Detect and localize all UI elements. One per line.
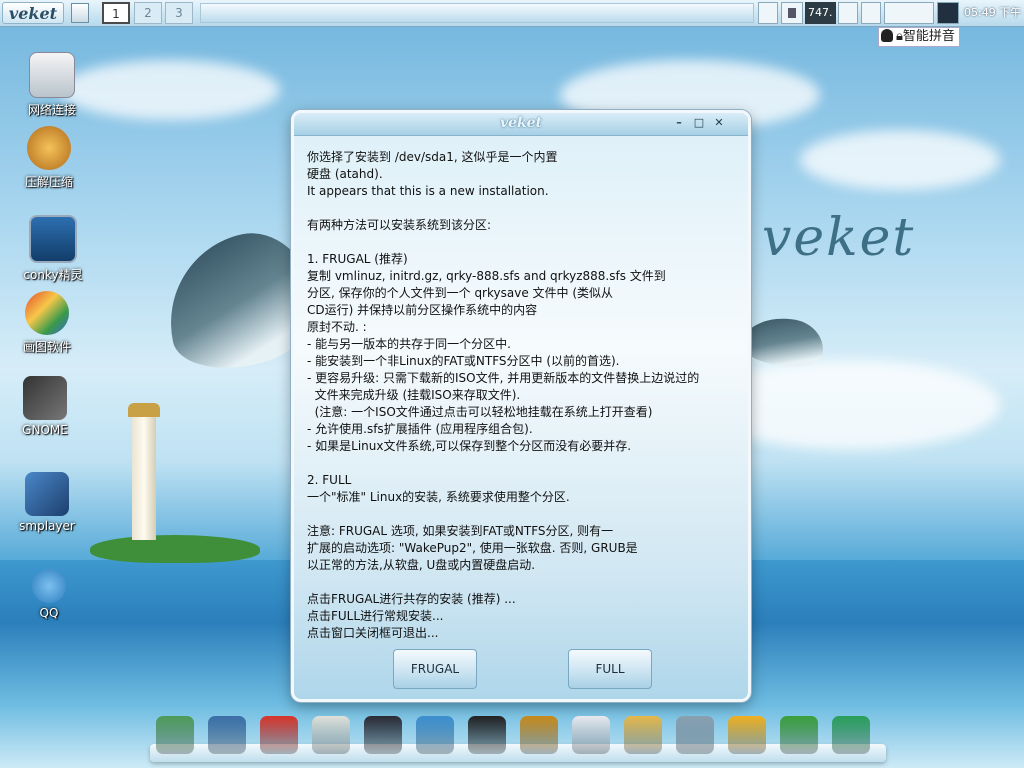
maximize-icon[interactable]: □ <box>692 117 706 129</box>
message-line: - 能与另一版本的共存于同一个分区中. <box>307 337 511 351</box>
desktop-icon-label: 压解压缩 <box>24 175 73 189</box>
smplayer-icon <box>25 472 69 516</box>
message-line: - 允许使用.sfs扩展插件 (应用程序组合包). <box>307 422 533 436</box>
presentation-icon[interactable] <box>572 716 610 754</box>
clock[interactable]: 05:49 下午 <box>964 4 1021 20</box>
message-line: 点击FULL进行常规安装... <box>307 609 444 623</box>
usb-drive-icon[interactable] <box>676 716 714 754</box>
gnome-icon <box>23 376 67 420</box>
start-menu-button[interactable]: veket <box>2 2 64 24</box>
message-line: - 能安装到一个非Linux的FAT或NTFS分区中 (以前的首选). <box>307 354 620 368</box>
terminal-icon[interactable] <box>208 716 246 754</box>
message-line: 2. FULL <box>307 473 352 487</box>
message-line: - 更容易升级: 只需下载新的ISO文件, 并用更新版本的文件替换上边说过的 <box>307 371 700 385</box>
desktop-icon-label: conky精灵 <box>23 268 83 282</box>
message-line: 硬盘 (atahd). <box>307 167 383 181</box>
message-line: 1. FRUGAL (推荐) <box>307 252 408 266</box>
ime-label: 智能拼音 <box>902 29 955 44</box>
camera-icon[interactable] <box>832 716 870 754</box>
message-line: 复制 vmlinuz, initrd.gz, qrky-888.sfs and … <box>307 269 666 283</box>
desktop-icon-qq[interactable]: QQ <box>9 569 89 620</box>
workspace-2[interactable]: 2 <box>134 2 162 24</box>
desktop-icon-conky[interactable]: conky精灵 <box>13 215 93 283</box>
desktop-icon-archive[interactable]: 压解压缩 <box>9 126 89 190</box>
book-icon[interactable] <box>520 716 558 754</box>
installer-dialog: veket – □ ✕ 你选择了安装到 /dev/sda1, 这似乎是一个内置硬… <box>291 110 751 702</box>
message-line: 你选择了安装到 /dev/sda1, 这似乎是一个内置 <box>307 150 558 164</box>
clock-time: 05:49 <box>964 6 996 19</box>
task-list[interactable] <box>200 3 754 23</box>
game-icon[interactable] <box>728 716 766 754</box>
message-line: 一个"标准" Linux的安装, 系统要求使用整个分区. <box>307 490 570 504</box>
message-line: 点击FRUGAL进行共存的安装 (推荐) ... <box>307 592 516 606</box>
message-line: 注意: FRUGAL 选项, 如果安装到FAT或NTFS分区, 则有一 <box>307 524 614 538</box>
battery-icon[interactable] <box>884 2 934 24</box>
minimize-icon[interactable]: – <box>672 117 686 129</box>
cpu-counter: 747. <box>805 2 836 24</box>
hedgehog-icon[interactable] <box>260 716 298 754</box>
message-line: 分区, 保存你的个人文件到一个 qrkysave 文件中 (类似从 <box>307 286 614 300</box>
thermometer-icon <box>861 2 881 24</box>
desktop-icon-network[interactable]: 网络连接 <box>12 52 92 118</box>
clock-period: 下午 <box>999 6 1022 19</box>
show-desktop-icon[interactable] <box>71 3 89 23</box>
close-icon[interactable]: ✕ <box>712 117 726 129</box>
input-method-indicator[interactable]: 🔒︎智能拼音 <box>878 27 960 47</box>
paint-palette-icon[interactable] <box>624 716 662 754</box>
penguin-icon <box>881 29 893 42</box>
dialog-titlebar[interactable]: veket – □ ✕ <box>294 113 748 136</box>
frugal-button[interactable]: FRUGAL <box>393 649 477 689</box>
dock <box>150 710 886 766</box>
desktop-icon-gnome[interactable]: GNOME <box>5 376 85 437</box>
message-line: It appears that this is a new installati… <box>307 184 549 198</box>
message-line: - 如果是Linux文件系统,可以保存到整个分区而没有必要并存. <box>307 439 632 453</box>
message-line: 有两种方法可以安装系统到该分区: <box>307 218 492 232</box>
conky-icon <box>29 215 77 263</box>
messenger-icon[interactable] <box>416 716 454 754</box>
desktop-icon-label: 网络连接 <box>27 103 76 117</box>
network-icon <box>29 52 75 98</box>
message-line: 文件来完成升级 (挂载ISO来存取文件). <box>307 388 521 402</box>
workspace-1[interactable]: 1 <box>102 2 130 24</box>
desktop-icon-label: 画图软件 <box>22 340 71 354</box>
message-line: 原封不动. : <box>307 320 367 334</box>
qq-icon <box>32 569 66 603</box>
message-line: 扩展的启动选项: "WakePup2", 使用一张软盘. 否则, GRUB是 <box>307 541 638 555</box>
full-button[interactable]: FULL <box>568 649 652 689</box>
top-panel: veket 1 2 3 747. 05:49 下午 <box>0 0 1024 27</box>
network-tray-icon[interactable] <box>758 2 778 24</box>
desktop-icon-smplayer[interactable]: smplayer <box>7 472 87 533</box>
clipboard-icon[interactable] <box>838 2 858 24</box>
message-line: CD运行) 并保持以前分区操作系统中的内容 <box>307 303 538 317</box>
penguin-icon[interactable] <box>468 716 506 754</box>
message-line: (注意: 一个ISO文件通过点击可以轻松地挂载在系统上打开查看) <box>307 405 653 419</box>
desktop-icon-paint[interactable]: 画图软件 <box>7 291 87 355</box>
desktop-icon-label: QQ <box>39 606 59 620</box>
desktop-icon-label: smplayer <box>19 519 75 533</box>
message-line: 点击窗口关闭框可退出... <box>307 626 439 640</box>
message-line: 以正常的方法,从软盘, U盘或内置硬盘启动. <box>307 558 536 572</box>
media-player-icon[interactable] <box>364 716 402 754</box>
text-editor-icon[interactable] <box>312 716 350 754</box>
file-manager-icon[interactable] <box>156 716 194 754</box>
system-monitor-icon[interactable] <box>937 2 959 24</box>
workspace-3[interactable]: 3 <box>165 2 193 24</box>
dialog-message: 你选择了安装到 /dev/sda1, 这似乎是一个内置 硬盘 (atahd). It… <box>307 149 747 642</box>
archive-icon <box>27 126 71 170</box>
volume-muted-icon[interactable] <box>781 2 803 24</box>
lock-icon: 🔒︎ <box>896 29 903 44</box>
paint-icon <box>25 291 69 335</box>
desktop-icon-label: GNOME <box>22 423 68 437</box>
wallpaper-logo: veket <box>762 208 916 268</box>
help-icon[interactable] <box>780 716 818 754</box>
